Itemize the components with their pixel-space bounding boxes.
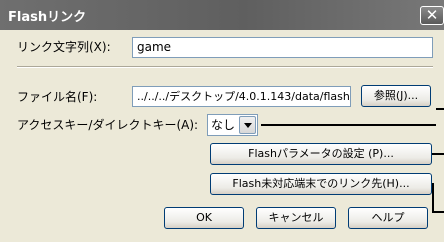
callout-line <box>432 211 444 213</box>
divider <box>17 66 433 68</box>
chevron-down-icon[interactable] <box>239 116 256 134</box>
access-key-label: アクセスキー/ダイレクトキー(A): <box>17 118 199 132</box>
access-key-select[interactable]: なし <box>207 114 258 136</box>
callout-line <box>436 108 444 110</box>
cancel-button[interactable]: キャンセル <box>256 207 336 229</box>
callout-line <box>261 124 436 126</box>
flash-params-button[interactable]: Flashパラメータの設定 (P)... <box>210 143 432 165</box>
title-bar: Flashリンク ✕ <box>0 0 444 30</box>
close-icon: ✕ <box>425 6 439 24</box>
window-title: Flashリンク <box>8 10 87 25</box>
close-button[interactable]: ✕ <box>420 6 444 25</box>
browse-button[interactable]: 参照(J)... <box>361 85 431 107</box>
help-button[interactable]: ヘルプ <box>348 207 428 229</box>
fallback-link-button[interactable]: Flash未対応端末でのリンク先(H)... <box>210 173 432 195</box>
file-name-label: ファイル名(F): <box>17 90 98 104</box>
link-text-input[interactable]: game <box>132 37 433 58</box>
callout-line <box>432 183 434 213</box>
file-name-input[interactable]: ../../../デスクトップ/4.0.1.143/data/flash/gam… <box>132 86 351 107</box>
callout-line <box>432 153 444 155</box>
link-text-label: リンク文字列(X): <box>17 40 111 54</box>
access-key-value: なし <box>211 118 236 132</box>
ok-button[interactable]: OK <box>164 207 244 229</box>
